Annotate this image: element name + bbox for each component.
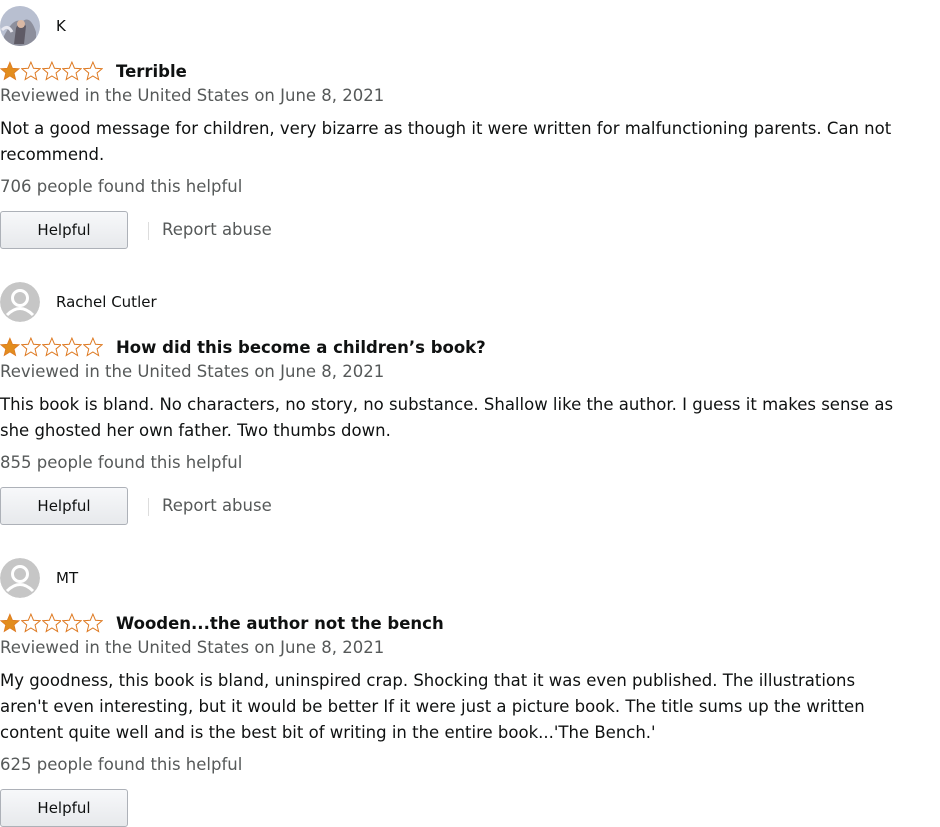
profile-photo-icon xyxy=(0,6,40,46)
star-empty-icon xyxy=(20,61,41,81)
star-empty-icon xyxy=(20,337,41,357)
report-abuse-link[interactable]: Report abuse xyxy=(162,496,272,515)
default-user-icon xyxy=(0,282,40,322)
rating-title-row: How did this become a children’s book? xyxy=(0,335,486,359)
star-empty-icon xyxy=(83,613,103,633)
review-card: Rachel Cutler How did this become a chil… xyxy=(0,282,930,532)
helpful-button[interactable]: Helpful xyxy=(0,789,128,827)
star-empty-icon xyxy=(41,613,62,633)
star-rating[interactable] xyxy=(0,337,104,357)
star-empty-icon xyxy=(83,337,103,357)
star-filled-icon xyxy=(0,337,20,357)
review-card: K Terrible Reviewed in the United States… xyxy=(0,6,930,256)
review-title[interactable]: How did this become a children’s book? xyxy=(116,338,486,357)
review-date: Reviewed in the United States on June 8,… xyxy=(0,638,385,657)
rating-title-row: Terrible xyxy=(0,59,187,83)
helpful-count: 855 people found this helpful xyxy=(0,453,243,472)
star-empty-icon xyxy=(41,61,62,81)
star-empty-icon xyxy=(83,61,103,81)
divider xyxy=(148,498,149,516)
helpful-button[interactable]: Helpful xyxy=(0,487,128,525)
helpful-count: 625 people found this helpful xyxy=(0,755,243,774)
author-row: K xyxy=(0,6,66,46)
helpful-button[interactable]: Helpful xyxy=(0,211,128,249)
review-date: Reviewed in the United States on June 8,… xyxy=(0,86,385,105)
review-card: MT Wooden...the author not the bench Rev… xyxy=(0,558,930,827)
author-name[interactable]: Rachel Cutler xyxy=(56,293,157,311)
review-date: Reviewed in the United States on June 8,… xyxy=(0,362,385,381)
review-body: My goodness, this book is bland, uninspi… xyxy=(0,671,865,742)
star-empty-icon xyxy=(20,613,41,633)
user-avatar[interactable] xyxy=(0,558,40,598)
report-abuse-link[interactable]: Report abuse xyxy=(162,220,272,239)
user-avatar[interactable] xyxy=(0,282,40,322)
star-empty-icon xyxy=(62,337,83,357)
author-name[interactable]: K xyxy=(56,17,66,35)
star-rating[interactable] xyxy=(0,61,104,81)
star-empty-icon xyxy=(62,613,83,633)
author-row: MT xyxy=(0,558,78,598)
star-empty-icon xyxy=(41,337,62,357)
review-title[interactable]: Wooden...the author not the bench xyxy=(116,614,444,633)
review-body: Not a good message for children, very bi… xyxy=(0,119,892,164)
star-empty-icon xyxy=(62,61,83,81)
user-avatar[interactable] xyxy=(0,6,40,46)
star-rating[interactable] xyxy=(0,613,104,633)
divider xyxy=(148,222,149,240)
author-name[interactable]: MT xyxy=(56,569,78,587)
review-title[interactable]: Terrible xyxy=(116,62,187,81)
star-filled-icon xyxy=(0,61,20,81)
review-body: This book is bland. No characters, no st… xyxy=(0,395,894,440)
helpful-count: 706 people found this helpful xyxy=(0,177,243,196)
star-filled-icon xyxy=(0,613,20,633)
default-user-icon xyxy=(0,558,40,598)
rating-title-row: Wooden...the author not the bench xyxy=(0,611,444,635)
author-row: Rachel Cutler xyxy=(0,282,157,322)
